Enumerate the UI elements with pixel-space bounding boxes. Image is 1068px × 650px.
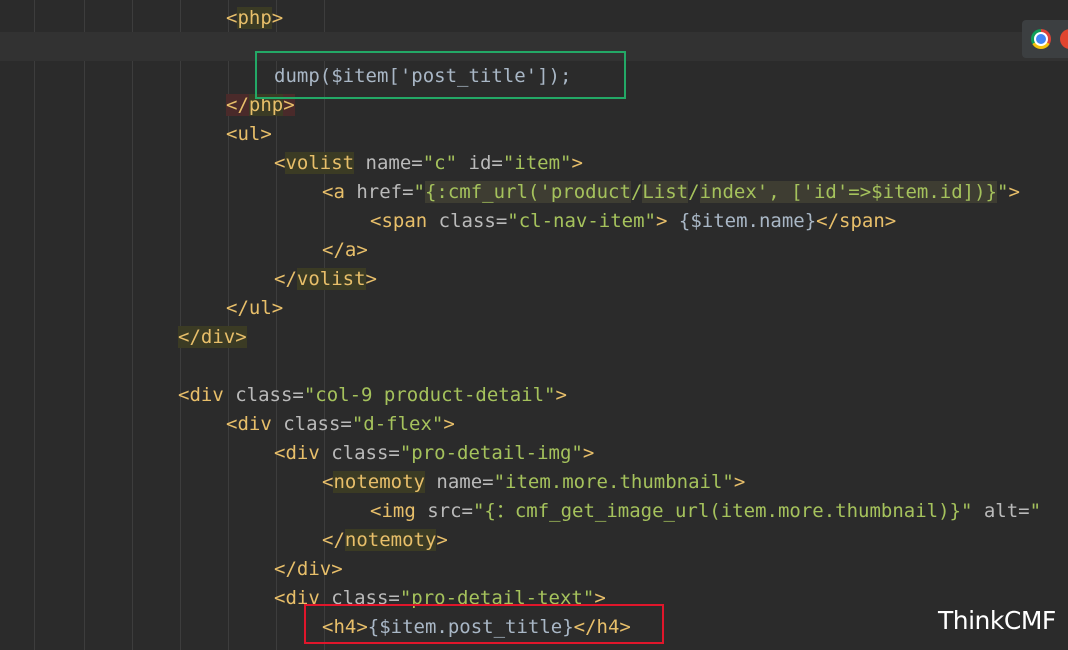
code-token: class= bbox=[319, 442, 400, 464]
code-token: " bbox=[413, 181, 425, 203]
code-token: </ bbox=[226, 94, 249, 116]
code-token: name= bbox=[424, 471, 494, 493]
watermark: ThinkCMF bbox=[938, 606, 1056, 635]
code-token: > bbox=[582, 442, 595, 464]
red-highlight-box bbox=[304, 604, 664, 644]
code-token: " bbox=[996, 181, 1009, 203]
code-token: <div bbox=[274, 442, 320, 464]
code-line[interactable]: <img src="{：cmf_get_image_url(item.more.… bbox=[370, 497, 1041, 526]
code-token: > bbox=[571, 152, 583, 174]
code-token: > bbox=[271, 7, 284, 29]
code-token: </span> bbox=[816, 210, 897, 232]
code-token: </div> bbox=[274, 558, 343, 580]
code-line[interactable]: <div class="d-flex"> bbox=[226, 410, 455, 439]
code-token: > bbox=[436, 529, 448, 551]
indent-guide bbox=[132, 0, 133, 650]
code-token: <div bbox=[178, 384, 224, 406]
code-editor[interactable]: <php> dump($item['post_title']); </php> … bbox=[0, 0, 1068, 650]
code-token: volist bbox=[296, 268, 366, 290]
code-token: notemoty bbox=[344, 529, 437, 551]
code-token: </a> bbox=[322, 239, 368, 261]
code-line[interactable]: </volist> bbox=[274, 265, 377, 294]
green-highlight-box bbox=[255, 51, 626, 99]
code-token: {$item.name} bbox=[667, 210, 817, 232]
code-token: < bbox=[322, 471, 334, 493]
indent-guide bbox=[84, 0, 85, 650]
code-token: "{：cmf_get_image_url(item.more.thumbnail… bbox=[472, 500, 973, 522]
browser-preview-bar bbox=[1022, 20, 1068, 58]
code-token: "item" bbox=[502, 152, 572, 174]
code-token: name= bbox=[354, 152, 423, 174]
code-token: "d-flex" bbox=[351, 413, 444, 435]
code-token: "item.more.thumbnail" bbox=[493, 471, 734, 493]
code-token: </ bbox=[322, 529, 345, 551]
code-token: <span bbox=[370, 210, 428, 232]
code-token: alt= bbox=[972, 500, 1030, 522]
code-line[interactable]: </div> bbox=[274, 555, 343, 584]
code-line[interactable]: </div> bbox=[178, 323, 247, 352]
code-line[interactable]: </a> bbox=[322, 236, 368, 265]
code-line[interactable]: <div class="col-9 product-detail"> bbox=[178, 381, 567, 410]
code-token: "col-9 product-detail" bbox=[303, 384, 556, 406]
code-line[interactable]: <ul> bbox=[226, 120, 272, 149]
code-line[interactable]: <span class="cl-nav-item"> {$item.name}<… bbox=[370, 207, 896, 236]
code-token: </ bbox=[274, 268, 297, 290]
code-line[interactable]: <notemoty name="item.more.thumbnail"> bbox=[322, 468, 745, 497]
code-token: "cl-nav-item" bbox=[507, 210, 656, 232]
code-token: > bbox=[365, 268, 377, 290]
code-token: class= bbox=[223, 384, 304, 406]
code-line[interactable]: </ul> bbox=[226, 294, 283, 323]
code-line[interactable]: <php> bbox=[226, 4, 283, 33]
code-token: > bbox=[1008, 181, 1020, 203]
code-token: List bbox=[642, 181, 689, 203]
chrome-icon[interactable] bbox=[1031, 29, 1051, 49]
code-token: <a bbox=[322, 181, 345, 203]
code-line[interactable]: <volist name="c" id="item"> bbox=[274, 149, 583, 178]
code-token: > bbox=[443, 413, 455, 435]
indent-guide bbox=[34, 0, 35, 650]
code-token: "pro-detail-img" bbox=[399, 442, 583, 464]
code-token: " bbox=[1029, 500, 1042, 522]
code-token: {:cmf_url('product bbox=[424, 181, 631, 203]
code-token: class= bbox=[271, 413, 352, 435]
code-token: <img bbox=[370, 500, 416, 522]
code-token: > bbox=[733, 471, 746, 493]
code-line[interactable]: <div class="pro-detail-img"> bbox=[274, 439, 594, 468]
code-token: > bbox=[656, 210, 668, 232]
code-token: "c" bbox=[422, 152, 458, 174]
code-token: volist bbox=[285, 152, 355, 174]
code-token: id= bbox=[457, 152, 503, 174]
code-token: </ul> bbox=[226, 297, 284, 319]
code-token: href= bbox=[344, 181, 414, 203]
code-token: </div> bbox=[178, 326, 247, 348]
code-line[interactable]: <a href="{:cmf_url('product/List/index',… bbox=[322, 178, 1020, 207]
code-token: / bbox=[630, 181, 643, 203]
code-token: / bbox=[688, 181, 700, 203]
code-token: > bbox=[555, 384, 567, 406]
opera-icon[interactable] bbox=[1060, 29, 1068, 49]
code-token: src= bbox=[415, 500, 473, 522]
code-token: index', ['id'=>$item.id])} bbox=[699, 181, 997, 203]
code-token: php bbox=[237, 7, 272, 29]
code-token: <ul> bbox=[226, 123, 272, 145]
code-token: notemoty bbox=[333, 471, 425, 493]
code-line[interactable]: </notemoty> bbox=[322, 526, 448, 555]
code-token: < bbox=[226, 7, 238, 29]
code-token: class= bbox=[427, 210, 508, 232]
code-token: <div bbox=[226, 413, 272, 435]
code-token: < bbox=[274, 152, 286, 174]
